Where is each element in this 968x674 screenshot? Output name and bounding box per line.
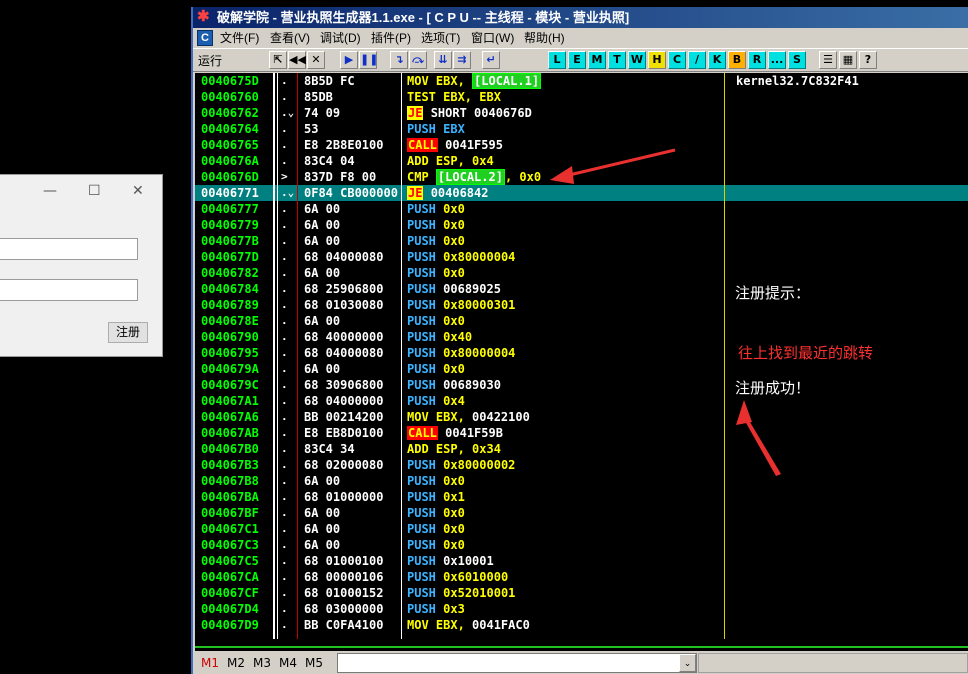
screen: — ☐ ✕ 注册 ✱ 破解学院 - 营业执照生成器1.1.exe - [ C P… [0, 0, 968, 674]
arrow-to-cmp [550, 148, 676, 184]
arrow-to-success [736, 400, 781, 476]
annotation-arrows [550, 148, 781, 476]
